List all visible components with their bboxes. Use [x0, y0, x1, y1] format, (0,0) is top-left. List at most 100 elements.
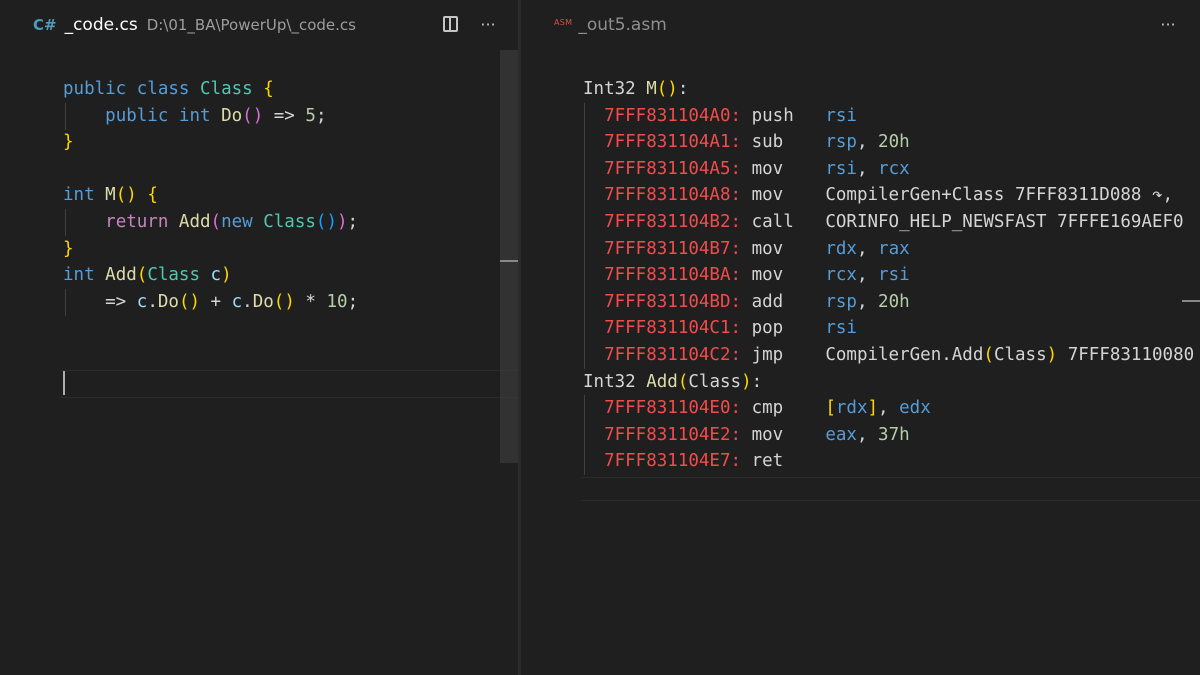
code-token: { — [147, 185, 158, 206]
code-token: 7FFF831104BD: — [604, 291, 742, 312]
tab-file-path: D:\01_BA\PowerUp\_code.cs — [146, 16, 356, 34]
asm-line[interactable]: 7FFF831104A5: mov rsi, rcx — [521, 156, 1200, 183]
right-tab-bar: ASM _out5.asm ··· — [521, 0, 1200, 50]
code-line[interactable] — [0, 156, 518, 183]
code-token: ; — [347, 291, 359, 312]
code-token: ) — [337, 211, 348, 232]
indent-guide — [65, 289, 66, 316]
code-token: int — [178, 105, 211, 126]
code-token: , — [856, 132, 879, 153]
code-token: rcx — [825, 265, 857, 286]
split-editor-button[interactable] — [440, 13, 460, 35]
code-editor[interactable]: public class Class { public int Do() => … — [0, 76, 518, 315]
current-line-highlight — [60, 370, 518, 398]
code-token: 7FFF831104A0: — [604, 105, 742, 126]
code-token: Do — [221, 105, 243, 126]
asm-line[interactable]: 7FFF831104A8: mov CompilerGen+Class 7FFF… — [521, 182, 1200, 209]
code-token: call — [741, 211, 826, 232]
asm-editor[interactable]: Int32 M(): 7FFF831104A0: push rsi 7FFF83… — [521, 76, 1200, 475]
asm-line[interactable]: 7FFF831104E7: ret — [521, 448, 1200, 475]
asm-line[interactable]: 7FFF831104B7: mov rdx, rax — [521, 236, 1200, 263]
code-token: Add — [646, 371, 678, 392]
code-token: , — [856, 265, 879, 286]
code-token: mov — [741, 265, 826, 286]
code-token: . — [147, 291, 158, 312]
code-line[interactable]: int M() { — [0, 182, 518, 209]
code-token: push — [741, 105, 826, 126]
asm-line[interactable]: 7FFF831104E0: cmp [rdx], edx — [521, 395, 1200, 422]
code-token: Int32 — [583, 79, 647, 99]
asm-line[interactable]: 7FFF831104B2: call CORINFO_HELP_NEWSFAST… — [521, 209, 1200, 236]
code-token: c — [210, 265, 222, 286]
code-token: + — [200, 291, 232, 312]
asm-line[interactable]: 7FFF831104A0: push rsi — [521, 103, 1200, 130]
code-token: rdx — [835, 398, 868, 419]
code-token: 7FFF83110080 — [1057, 344, 1195, 365]
tab-code-cs[interactable]: _code.cs — [65, 15, 138, 35]
code-token: 7FFF831104E0: — [604, 398, 742, 419]
code-token: , — [856, 424, 879, 445]
asm-line[interactable]: 7FFF831104C2: jmp CompilerGen.Add(Class)… — [521, 342, 1200, 369]
asm-line[interactable]: Int32 Add(Class): — [521, 369, 1200, 396]
code-line[interactable]: => c.Do() + c.Do() * 10; — [0, 289, 518, 316]
asm-line[interactable]: 7FFF831104BD: add rsp, 20h — [521, 289, 1200, 316]
tab-out5-asm[interactable]: _out5.asm — [578, 15, 666, 35]
code-token: 7FFF831104A1: — [604, 132, 742, 153]
code-token: ret — [741, 451, 784, 472]
code-token: CompilerGen+Class 7FFF8311D088 ↷, — [825, 185, 1174, 206]
code-token: 5 — [305, 105, 316, 126]
code-line[interactable]: } — [0, 236, 518, 263]
code-token: rsp — [825, 132, 857, 153]
code-token: Class — [147, 265, 200, 286]
code-line[interactable]: return Add(new Class()); — [0, 209, 518, 236]
vertical-scrollbar[interactable] — [500, 50, 518, 463]
code-token: rsi — [878, 265, 910, 286]
code-token: 7FFF831104B2: — [604, 211, 742, 232]
code-token: => — [63, 291, 137, 312]
asm-line[interactable]: 7FFF831104A1: sub rsp, 20h — [521, 129, 1200, 156]
asm-line[interactable]: 7FFF831104E2: mov eax, 37h — [521, 422, 1200, 449]
code-token: () — [315, 211, 337, 232]
code-token: pop — [741, 318, 826, 339]
indent-guide — [584, 395, 585, 475]
code-token: () — [242, 105, 264, 126]
code-token: 20h — [878, 291, 910, 312]
asm-line[interactable]: Int32 M(): — [521, 76, 1200, 103]
code-token: => — [263, 105, 306, 126]
left-editor-pane: C# _code.cs D:\01_BA\PowerUp\_code.cs ··… — [0, 0, 518, 675]
code-token: int — [63, 265, 95, 286]
asm-line[interactable]: 7FFF831104BA: mov rcx, rsi — [521, 262, 1200, 289]
code-token: 7FFF831104C2: — [604, 344, 742, 365]
more-actions-button[interactable]: ··· — [478, 13, 498, 35]
current-line-highlight — [581, 477, 1200, 501]
code-token: eax — [825, 424, 857, 445]
asm-line[interactable]: 7FFF831104C1: pop rsi — [521, 315, 1200, 342]
code-token: } — [63, 238, 74, 259]
more-actions-button[interactable]: ··· — [1158, 13, 1178, 35]
code-token: class — [136, 79, 190, 99]
code-line[interactable]: } — [0, 129, 518, 156]
indent-guide — [584, 103, 585, 369]
code-line[interactable]: public int Do() => 5; — [0, 103, 518, 130]
code-line[interactable]: public class Class { — [0, 76, 518, 103]
code-token: ) — [1046, 344, 1058, 365]
code-token: 7FFF831104A8: — [604, 185, 742, 206]
code-token: 20h — [878, 132, 910, 153]
code-token: Do — [157, 291, 179, 312]
code-token: ; — [347, 211, 359, 232]
code-token: : — [677, 79, 689, 99]
code-line[interactable]: int Add(Class c) — [0, 262, 518, 289]
code-token: Class — [200, 79, 253, 99]
